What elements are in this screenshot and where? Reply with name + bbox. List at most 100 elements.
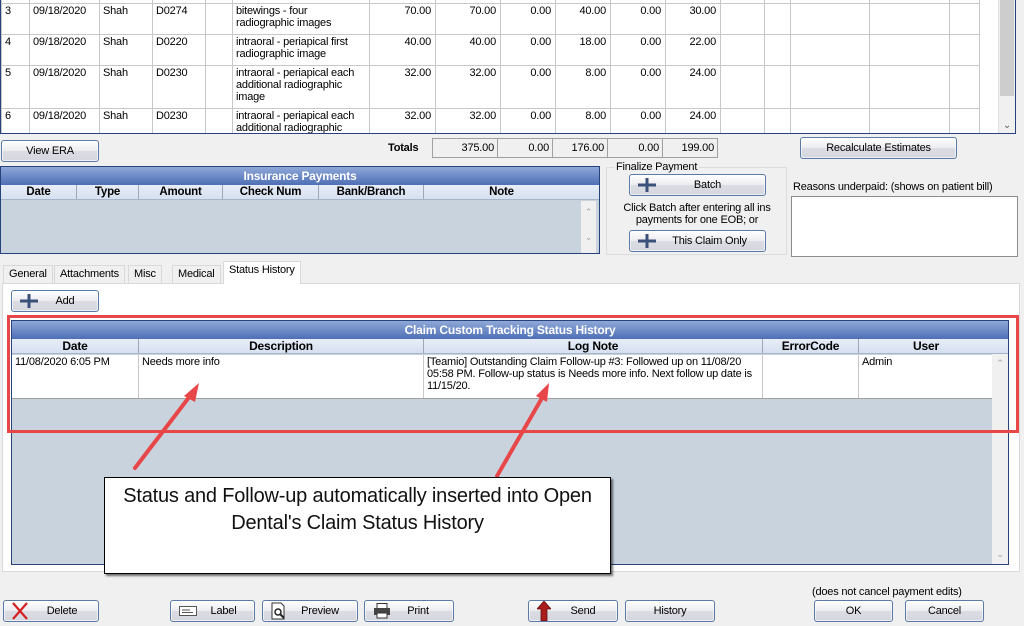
column-header-check-num[interactable]: Check Num <box>223 185 319 199</box>
table-row[interactable]: 11/08/2020 6:05 PM Needs more info [Team… <box>12 355 993 399</box>
proc-empty-cell <box>764 34 791 66</box>
proc-ins-est: 40.00 <box>555 3 611 35</box>
total-fee: 375.00 <box>432 138 498 158</box>
proc-empty-cell <box>869 65 950 109</box>
proc-empty-cell <box>790 65 870 109</box>
chevron-down-icon[interactable]: ⌄ <box>999 120 1015 131</box>
table-row[interactable]: 4 09/18/2020 Shah D0220 intraoral - periapic… <box>1 34 980 66</box>
totals-label: Totals <box>388 142 419 154</box>
proc-empty-cell <box>720 108 765 133</box>
this-claim-only-button[interactable]: This Claim Only <box>629 230 766 252</box>
insurance-payments-header: Date Type Amount Check Num Bank/Branch N… <box>1 185 599 200</box>
delete-label: Delete <box>46 605 78 617</box>
proc-description: intraoral - periapical each additional r… <box>232 65 370 109</box>
table-row[interactable]: 3 09/18/2020 Shah D0274 bitewings - four rad… <box>1 3 980 35</box>
chevron-down-icon[interactable]: ⌄ <box>992 549 1008 560</box>
column-header-date[interactable]: Date <box>12 339 139 353</box>
status-description: Needs more info <box>139 355 424 398</box>
proc-fee: 32.00 <box>369 108 436 133</box>
proc-empty-cell <box>869 108 950 133</box>
proc-ins-est: 8.00 <box>555 108 611 133</box>
tab-general[interactable]: General <box>3 265 53 283</box>
tab-misc[interactable]: Misc <box>128 265 162 283</box>
view-era-button[interactable]: View ERA <box>1 140 99 162</box>
proc-empty-cell <box>764 3 791 35</box>
status-error-code <box>763 355 859 398</box>
recalculate-estimates-button[interactable]: Recalculate Estimates <box>800 137 957 159</box>
cancel-note: (does not cancel payment edits) <box>812 586 962 598</box>
chevron-down-icon[interactable]: ⌄ <box>581 218 596 243</box>
proc-empty-cell <box>720 34 765 66</box>
proc-code: D0220 <box>152 34 206 66</box>
finalize-payment-title: Finalize Payment <box>614 161 700 173</box>
print-button[interactable]: Print <box>364 600 454 622</box>
reasons-underpaid-textbox[interactable] <box>791 196 1018 257</box>
proc-date: 09/18/2020 <box>29 3 100 35</box>
delete-x-icon <box>12 602 28 620</box>
table-row[interactable]: 6 09/18/2020 Shah D0230 intraoral - periapic… <box>1 108 980 133</box>
delete-button[interactable]: Delete <box>3 600 99 622</box>
column-header-amount[interactable]: Amount <box>139 185 223 199</box>
send-button[interactable]: Send <box>528 600 618 622</box>
column-header-date[interactable]: Date <box>1 185 77 199</box>
proc-billed: 40.00 <box>435 34 501 66</box>
add-status-button[interactable]: Add <box>11 290 99 312</box>
label-icon <box>179 606 197 616</box>
add-label: Add <box>55 295 75 307</box>
proc-provider: Shah <box>99 108 153 133</box>
proc-empty-cell <box>720 65 765 109</box>
proc-ins-pay: 0.00 <box>610 65 666 109</box>
status-date: 11/08/2020 6:05 PM <box>12 355 139 398</box>
proc-ins-est: 18.00 <box>555 34 611 66</box>
proc-writeoff: 22.00 <box>665 34 721 66</box>
finalize-note: Click Batch after entering all ins payme… <box>623 202 771 226</box>
tab-attachments[interactable]: Attachments <box>54 265 125 283</box>
column-header-user[interactable]: User <box>859 339 993 353</box>
insurance-payments-scrollbar[interactable]: ⌃ ⌄ <box>581 201 596 253</box>
preview-button[interactable]: Preview <box>262 600 358 622</box>
proc-date: 09/18/2020 <box>29 108 100 133</box>
proc-empty-cell <box>949 3 980 35</box>
column-header-description[interactable]: Description <box>139 339 424 353</box>
column-header-note[interactable]: Note <box>424 185 579 199</box>
proc-provider: Shah <box>99 3 153 35</box>
column-header-bank-branch[interactable]: Bank/Branch <box>319 185 424 199</box>
status-history-scrollbar[interactable]: ⌃ ⌄ <box>992 354 1008 564</box>
ok-button[interactable]: OK <box>814 600 893 622</box>
history-button[interactable]: History <box>625 600 715 622</box>
procedures-scrollbar[interactable]: ⌄ <box>998 0 1015 133</box>
status-log-note: [Teamio] Outstanding Claim Follow-up #3:… <box>424 355 763 398</box>
batch-button[interactable]: Batch <box>629 174 766 196</box>
proc-empty-cell <box>869 3 950 35</box>
proc-description: intraoral - periapical first radiographi… <box>232 34 370 66</box>
proc-tooth <box>205 3 233 35</box>
history-label: History <box>653 605 687 617</box>
proc-tooth <box>205 108 233 133</box>
column-header-type[interactable]: Type <box>77 185 139 199</box>
column-header-log-note[interactable]: Log Note <box>424 339 763 353</box>
tab-medical[interactable]: Medical <box>172 265 221 283</box>
proc-description: intraoral - periapical each additional r… <box>232 108 370 133</box>
status-user: Admin <box>862 356 893 368</box>
insurance-payments-title: Insurance Payments <box>1 167 599 185</box>
tab-status-history[interactable]: Status History <box>223 261 301 284</box>
proc-provider: Shah <box>99 34 153 66</box>
chevron-up-icon[interactable]: ⌃ <box>581 201 596 218</box>
scrollbar-thumb[interactable] <box>1000 0 1014 96</box>
proc-ins-pay: 0.00 <box>610 34 666 66</box>
proc-provider: Shah <box>99 65 153 109</box>
proc-writeoff: 24.00 <box>665 65 721 109</box>
proc-line-number: 5 <box>1 65 30 109</box>
column-header-error-code[interactable]: ErrorCode <box>763 339 859 353</box>
proc-writeoff: 24.00 <box>665 108 721 133</box>
proc-empty-cell <box>764 65 791 109</box>
annotation-callout: Status and Follow-up automatically inser… <box>104 477 611 574</box>
chevron-up-icon[interactable]: ⌃ <box>992 358 1008 369</box>
cancel-button[interactable]: Cancel <box>905 600 984 622</box>
proc-fee: 70.00 <box>369 3 436 35</box>
proc-empty-cell <box>949 34 980 66</box>
total-deductible: 0.00 <box>497 138 553 158</box>
reasons-underpaid-label: Reasons underpaid: (shows on patient bil… <box>793 181 993 193</box>
label-button[interactable]: Label <box>170 600 255 622</box>
table-row[interactable]: 5 09/18/2020 Shah D0230 intraoral - periapic… <box>1 65 980 109</box>
